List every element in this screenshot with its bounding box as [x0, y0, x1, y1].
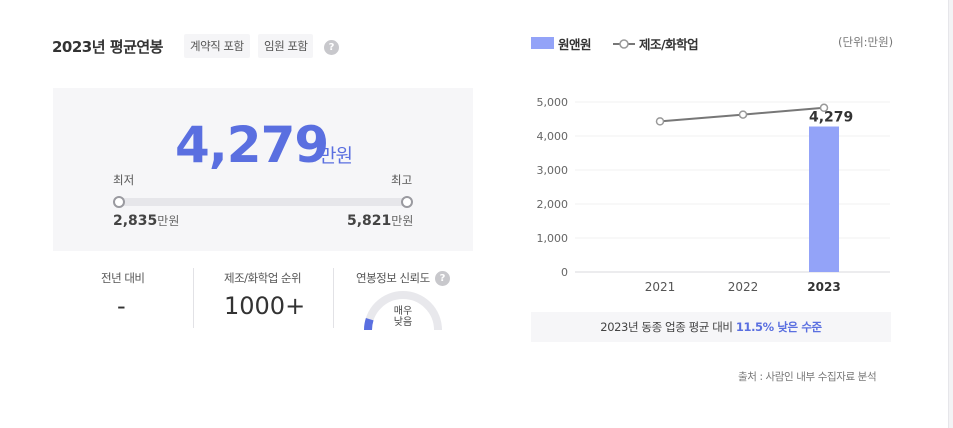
max-salary-unit: 만원	[391, 214, 414, 228]
line-point	[819, 103, 829, 113]
yoy-label: 전년 대비	[101, 271, 145, 285]
y-tick-label: 1,000	[537, 232, 569, 245]
reliability-help-icon[interactable]: ?	[435, 271, 450, 286]
comparison-summary: 2023년 동종 업종 평균 대비 11.5% 낮은 수준	[531, 312, 891, 342]
min-salary: 2,835만원	[113, 212, 179, 229]
line-point	[655, 117, 665, 126]
legend-company-label: 원앤원	[558, 37, 592, 52]
industry-rank-label: 제조/화학업 순위	[224, 271, 302, 285]
line-point	[738, 110, 748, 119]
y-tick-label: 5,000	[537, 96, 569, 109]
reliability-value: 매우 낮음	[392, 306, 414, 328]
x-tick-label: 2022	[728, 280, 759, 294]
max-salary-value: 5,821	[347, 213, 392, 229]
data-source: 출처 : 사람인 내부 수집자료 분석	[738, 371, 877, 383]
min-salary-value: 2,835	[113, 213, 158, 229]
legend-bar-swatch	[531, 37, 554, 49]
average-salary-panel: 4,279 만원 최저 최고 2,835만원 5,821만원	[53, 88, 473, 251]
x-tick-label: 2021	[645, 280, 676, 294]
tag-contract-included: 계약직 포함	[184, 34, 250, 58]
bar-data-label: 4,279	[809, 110, 853, 126]
divider	[333, 268, 334, 328]
x-tick-label: 2023	[807, 280, 840, 294]
max-salary: 5,821만원	[347, 212, 413, 229]
bar	[809, 126, 839, 272]
y-tick-label: 0	[561, 266, 568, 279]
salary-chart: 0 1,000 2,000 3,000 4,000 5,000 4,279 2021 2022 2…	[537, 96, 890, 294]
average-salary-value: 4,279	[175, 116, 329, 174]
industry-rank-value: 1000+	[224, 292, 306, 320]
min-label: 최저	[113, 173, 135, 187]
help-icon[interactable]: ?	[324, 40, 339, 55]
section-title: 2023년 평균연봉	[52, 38, 163, 56]
legend-line-swatch	[613, 39, 635, 49]
salary-range-track	[119, 198, 407, 206]
gauge-fill	[364, 317, 374, 331]
yoy-value: -	[117, 292, 126, 320]
comparison-highlight: 11.5% 낮은 수준	[735, 320, 822, 334]
min-salary-unit: 만원	[157, 214, 180, 228]
reliability-label: 연봉정보 신뢰도	[356, 271, 430, 285]
y-tick-label: 4,000	[537, 130, 569, 143]
reliability-value-line1: 매우	[393, 306, 413, 317]
legend-industry-label: 제조/화학업	[639, 37, 699, 52]
reliability-value-line2: 낮음	[393, 317, 413, 328]
y-tick-label: 3,000	[537, 164, 569, 177]
tag-executive-included: 임원 포함	[258, 34, 314, 58]
y-tick-label: 2,000	[537, 198, 569, 211]
max-label: 최고	[391, 173, 413, 187]
range-max-marker	[401, 196, 413, 208]
range-min-marker	[113, 196, 125, 208]
unit-note: (단위:만원)	[838, 35, 894, 49]
page-edge	[948, 0, 953, 428]
comparison-summary-text: 2023년 동종 업종 평균 대비	[600, 320, 733, 334]
divider	[193, 268, 194, 328]
average-salary-unit: 만원	[319, 145, 353, 167]
